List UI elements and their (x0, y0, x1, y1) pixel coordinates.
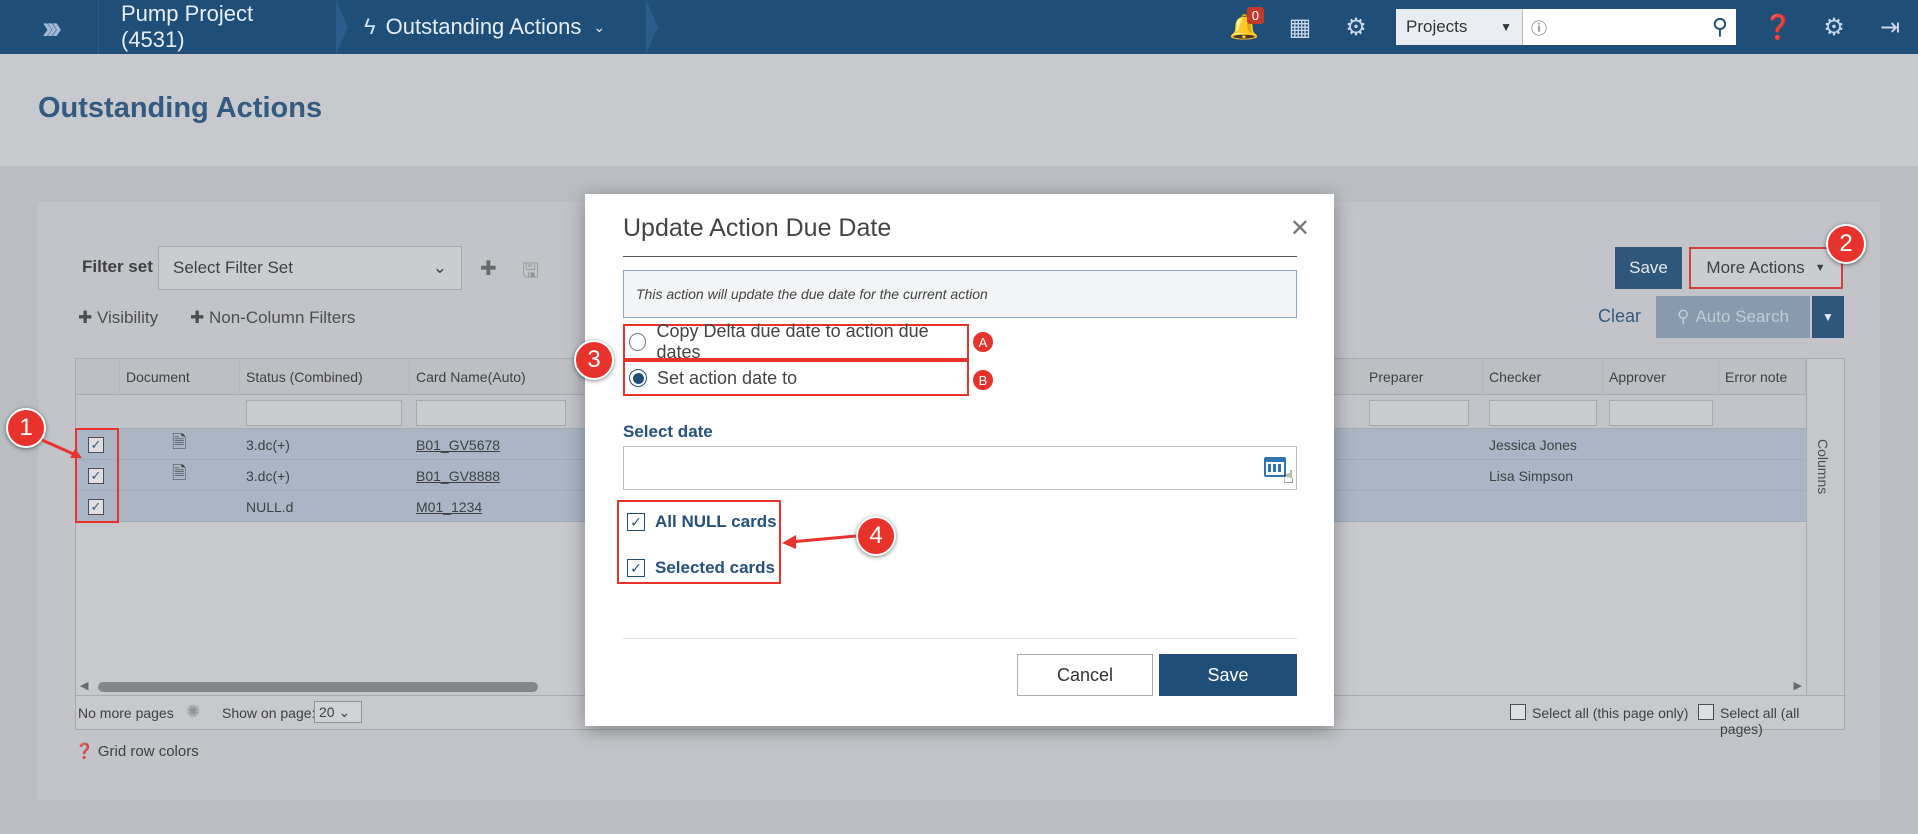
update-due-date-dialog: Update Action Due Date ✕ This action wil… (585, 194, 1334, 726)
dialog-save-button[interactable]: Save (1159, 654, 1297, 696)
chevron-down-icon: ⌄ (593, 18, 606, 35)
callout-1: 1 (6, 408, 46, 448)
card-scope-checkboxes: ✓ All NULL cards ✓ Selected cards (617, 500, 781, 584)
breadcrumb-project[interactable]: Pump Project (4531) (98, 0, 348, 54)
row-checkbox-highlight (75, 428, 119, 523)
radio-copy-delta[interactable] (629, 333, 647, 351)
search-icon[interactable]: ⚲ (1712, 14, 1728, 40)
option-copy-delta-label: Copy Delta due date to action due dates (656, 321, 929, 362)
caret-down-icon: ▼ (1500, 20, 1512, 34)
hand-cursor-icon: ☝ (1283, 467, 1294, 487)
help-icon[interactable]: ❓ (1750, 0, 1806, 54)
title-divider (623, 256, 1297, 257)
callout-3: 3 (574, 340, 614, 380)
notification-count-badge: 0 (1246, 7, 1264, 24)
option-copy-delta[interactable]: Copy Delta due date to action due dates (623, 321, 969, 362)
option-set-date[interactable]: Set action date to (623, 360, 969, 396)
all-null-cards-option[interactable]: ✓ All NULL cards (627, 512, 777, 532)
cancel-button[interactable]: Cancel (1017, 654, 1153, 696)
top-navigation-bar: ››› Pump Project (4531) ϟ Outstanding Ac… (0, 0, 1918, 54)
callout-4: 4 (856, 516, 896, 556)
selected-cards-option[interactable]: ✓ Selected cards (627, 558, 775, 578)
logout-icon[interactable]: ⇥ (1862, 0, 1918, 54)
selected-cards-checkbox[interactable]: ✓ (627, 559, 645, 577)
dashboard-clock-icon[interactable]: ▦ (1272, 0, 1328, 54)
gears-icon[interactable]: ⚙ (1328, 0, 1384, 54)
callout-a: A (972, 331, 994, 353)
global-search-input[interactable]: ⓘ ⚲ (1522, 9, 1736, 45)
home-chevrons-icon[interactable]: ››› (0, 0, 98, 54)
radio-set-date[interactable] (629, 369, 647, 387)
all-null-cards-checkbox[interactable]: ✓ (627, 513, 645, 531)
dialog-title: Update Action Due Date (623, 214, 892, 242)
info-message: This action will update the due date for… (623, 270, 1297, 318)
option-set-date-label: Set action date to (657, 367, 798, 388)
breadcrumb-section-label: Outstanding Actions (385, 14, 582, 39)
lightning-icon: ϟ (364, 14, 376, 39)
info-icon: ⓘ (1531, 21, 1548, 38)
callout-2: 2 (1826, 224, 1866, 264)
project-scope-value: Projects (1406, 17, 1468, 36)
close-icon[interactable]: ✕ (1290, 214, 1310, 243)
select-date-label: Select date (623, 422, 713, 441)
settings-gear-icon[interactable]: ⚙ (1806, 0, 1862, 54)
breadcrumb-section[interactable]: ϟ Outstanding Actions ⌄ (342, 0, 658, 54)
footer-divider (623, 638, 1297, 639)
all-null-cards-label: All NULL cards (655, 512, 777, 531)
date-input[interactable]: ☝ (623, 446, 1297, 490)
selected-cards-label: Selected cards (655, 558, 776, 577)
callout-b: B (972, 369, 994, 391)
project-scope-select[interactable]: Projects ▼ (1396, 9, 1522, 45)
notifications-button[interactable]: 🔔 0 (1216, 0, 1272, 54)
